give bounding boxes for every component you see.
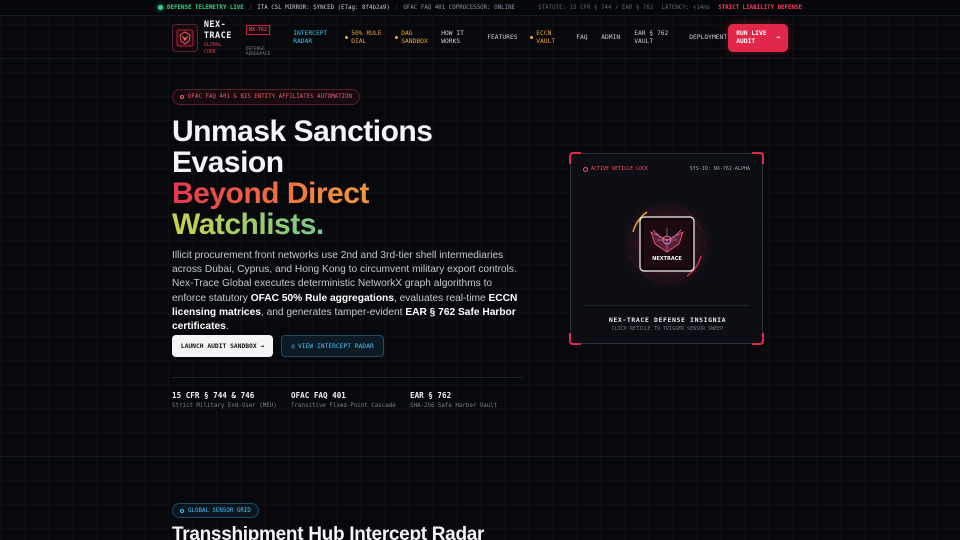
telemetry-live-indicator: DEFENSE TELEMETRY LIVE <box>158 5 244 11</box>
insignia-hint: CLICK RETICLE TO TRIGGER SENSOR SWEEP <box>611 326 724 332</box>
nav-rule-dial-label: 50% RULE DIAL <box>351 29 382 45</box>
csl-mirror-status: ITA CSL MIRROR: SYNCED (ETag: 8f4b2a9) <box>257 4 390 11</box>
brand-subtitle: GLOBAL CORE <box>203 41 222 55</box>
card-divider <box>583 305 750 306</box>
stat-value: OFAC FAQ 401 <box>291 391 346 400</box>
launch-audit-sandbox-button[interactable]: LAUNCH AUDIT SANDBOX → <box>172 335 273 357</box>
status-dot-icon <box>345 36 349 39</box>
stat-label: Strict Military End-User (MEU) <box>172 403 277 409</box>
corner-bracket <box>752 333 764 345</box>
nav-features[interactable]: FEATURES <box>482 34 525 42</box>
arrow-right-icon: → <box>776 33 780 41</box>
hero-title-line4: Watchlists. <box>172 209 432 240</box>
run-live-audit-button[interactable]: RUN LIVE AUDIT → <box>728 23 788 52</box>
hero-divider <box>172 377 522 378</box>
shield-logo-icon <box>176 29 194 46</box>
insignia-header: ACTIVE RETICLE LOCK SYS-ID: NX-762-ALPHA <box>583 166 750 172</box>
coprocessor-status: OFAC FAQ 401 COPROCESSOR: ONLINE <box>403 4 516 11</box>
insignia-card: ACTIVE RETICLE LOCK SYS-ID: NX-762-ALPHA… <box>569 152 764 345</box>
nav-dag-sandbox[interactable]: DAG SANDBOX <box>390 30 436 46</box>
nav-deployment[interactable]: DEPLOYMENT <box>684 34 728 42</box>
radar-icon: ◎ <box>291 342 295 350</box>
sys-id: SYS-ID: NX-762-ALPHA <box>689 166 750 172</box>
live-dot-icon <box>158 5 163 10</box>
sensor-icon <box>180 508 184 513</box>
nav-how-it-works[interactable]: HOW IT WORKS <box>436 30 482 46</box>
model-badge-sub: DEFENSE AEROSPACE <box>245 46 271 57</box>
hero-title-line2: Evasion <box>172 146 284 179</box>
emblem-text: NEXTRACE <box>652 256 682 262</box>
reticle-lock-status: ACTIVE RETICLE LOCK <box>583 166 648 172</box>
brand[interactable]: NEX-TRACE GLOBAL CORE <box>204 20 232 56</box>
status-dot-icon <box>530 36 534 39</box>
telemetry-live-label: DEFENSE TELEMETRY LIVE <box>167 4 244 11</box>
hero-desc-text: , evaluates real-time <box>393 292 489 304</box>
sensor-grid-chip-label: GLOBAL SENSOR GRID <box>188 507 251 514</box>
hero-title-line3: Beyond Direct <box>172 178 432 209</box>
stat-item: EAR § 762 SHA-256 Safe Harbor Vault <box>410 391 497 411</box>
stat-value: EAR § 762 <box>410 391 452 400</box>
status-dot-icon <box>395 36 399 39</box>
section-divider <box>0 456 960 457</box>
strict-liability-badge: STRICT LIABILITY DEFENSE <box>718 4 802 11</box>
sensor-grid-chip: GLOBAL SENSOR GRID <box>172 503 259 518</box>
brand-title: NEX-TRACE <box>203 19 232 41</box>
target-icon <box>180 95 184 99</box>
stat-item: OFAC FAQ 401 Transitive Fixed-Point Casc… <box>291 391 396 411</box>
latency-readout: LATENCY: <14ms <box>661 4 711 11</box>
hero-chip-label: OFAC FAQ 401 & BIS ENTITY AFFILIATES AUT… <box>188 94 353 100</box>
statute-readout: STATUTE: 15 CFR § 744 / EAR § 762 <box>538 4 654 11</box>
stat-item: 15 CFR § 744 & 746 Strict Military End-U… <box>172 391 277 411</box>
section-title: Transshipment Hub Intercept Radar <box>172 524 485 540</box>
nav-ear-vault[interactable]: EAR § 762 VAULT <box>629 30 684 46</box>
hero-desc-highlight: OFAC 50% Rule aggregations <box>250 292 394 304</box>
hero-description: Illicit procurement front networks use 2… <box>172 249 527 334</box>
stat-label: Transitive Fixed-Point Cascade <box>291 403 396 409</box>
corner-bracket <box>752 152 764 164</box>
model-badge: NX-762 <box>245 24 270 35</box>
stat-label: SHA-256 Safe Harbor Vault <box>410 403 498 409</box>
reticle-icon <box>583 166 588 172</box>
hero-desc-text: , and generates tamper-evident <box>260 306 406 318</box>
view-intercept-radar-button[interactable]: ◎ VIEW INTERCEPT RADAR <box>281 335 384 357</box>
nav-faq[interactable]: FAQ <box>571 34 596 42</box>
logo[interactable] <box>172 23 198 52</box>
reticle-lock-label: ACTIVE RETICLE LOCK <box>591 166 649 172</box>
nav-links: INTERCEPT RADAR 50% RULE DIAL DAG SANDBO… <box>288 30 728 46</box>
nav-admin[interactable]: ADMIN <box>596 34 629 42</box>
run-live-audit-label: RUN LIVE AUDIT <box>736 29 767 45</box>
nav-intercept-radar[interactable]: INTERCEPT RADAR <box>288 30 340 46</box>
hero-desc-text: . <box>225 321 229 333</box>
view-intercept-radar-label: VIEW INTERCEPT RADAR <box>297 342 374 350</box>
corner-bracket <box>569 152 581 164</box>
insignia-name: NEX-TRACE DEFENSE INSIGNIA <box>608 316 727 324</box>
hero-chip: OFAC FAQ 401 & BIS ENTITY AFFILIATES AUT… <box>172 89 361 105</box>
main-nav: NEX-TRACE GLOBAL CORE NX-762 DEFENSE AER… <box>0 17 960 59</box>
nav-eccn-vault[interactable]: ECCN VAULT <box>525 30 571 46</box>
hero-title: Unmask Sanctions Evasion Beyond Direct W… <box>172 115 433 240</box>
corner-bracket <box>569 333 581 345</box>
hero-title-line1: Unmask Sanctions <box>172 115 433 148</box>
telemetry-bar: DEFENSE TELEMETRY LIVE / ITA CSL MIRROR:… <box>0 0 960 16</box>
stat-value: 15 CFR § 744 & 746 <box>172 391 255 400</box>
model-tag: NX-762 DEFENSE AEROSPACE <box>245 21 286 57</box>
nav-dag-sandbox-label: DAG SANDBOX <box>401 29 428 45</box>
nav-eccn-vault-label: ECCN VAULT <box>536 29 556 45</box>
nav-rule-dial[interactable]: 50% RULE DIAL <box>340 30 390 46</box>
reticle-emblem[interactable]: NEXTRACE <box>571 182 764 302</box>
